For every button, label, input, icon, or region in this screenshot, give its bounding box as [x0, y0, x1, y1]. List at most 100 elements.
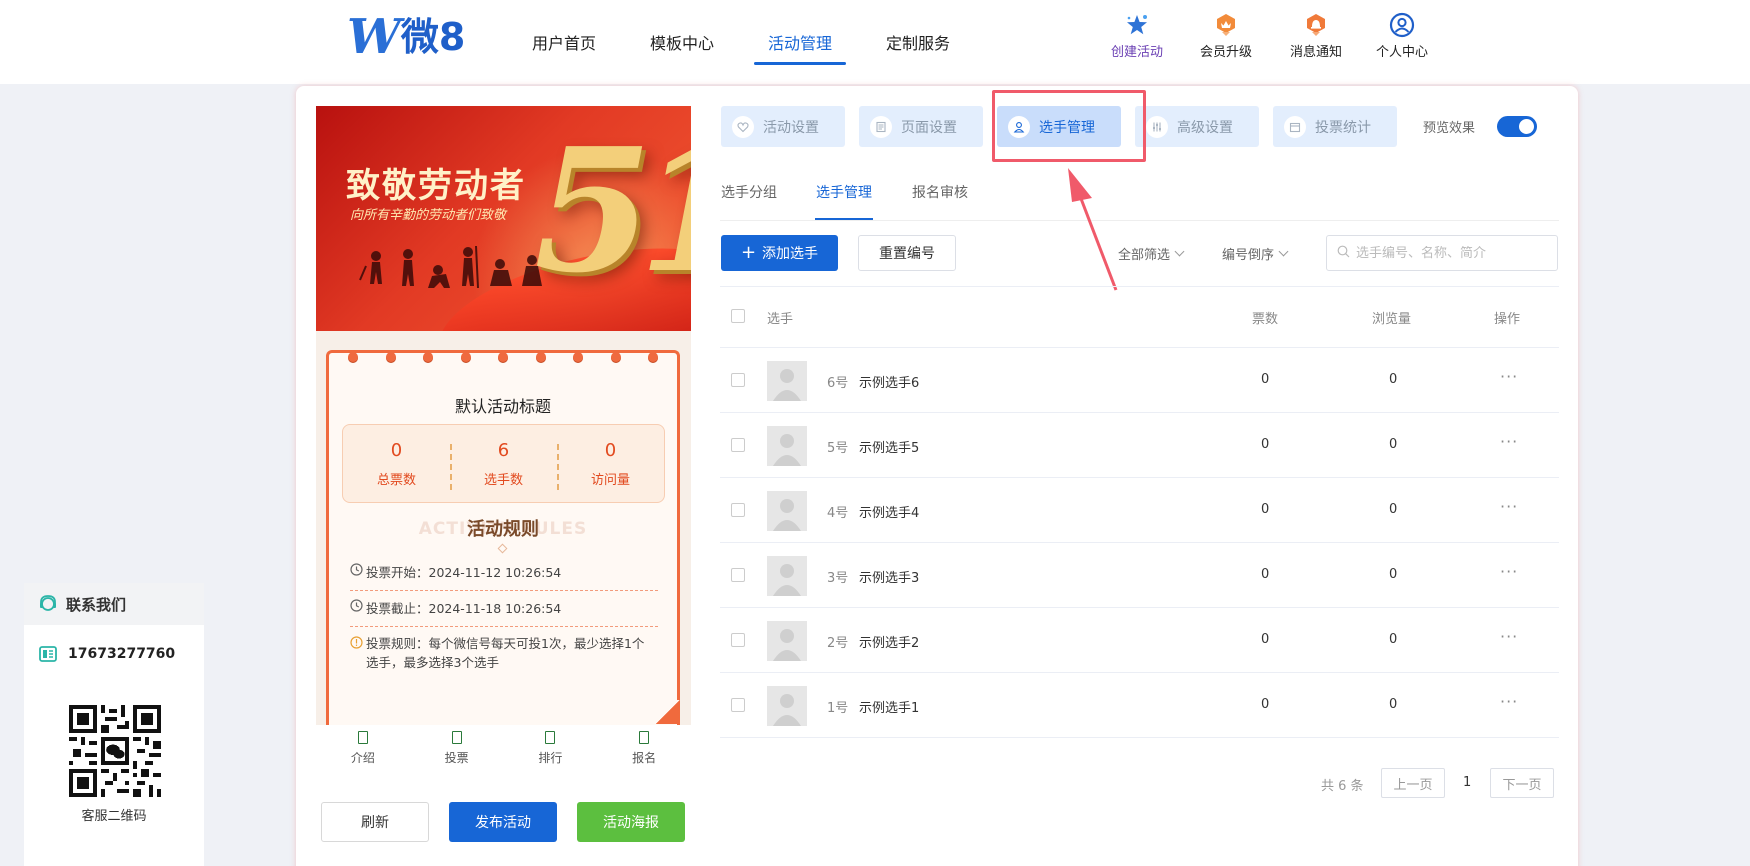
logo-mark: W [347, 9, 401, 65]
tab-placeholder-icon [545, 731, 556, 744]
player-avatar [767, 425, 807, 466]
subtab-player-management[interactable]: 选手管理 [816, 182, 872, 202]
tab-placeholder-icon [451, 731, 462, 744]
more-actions-icon[interactable]: ··· [1500, 497, 1518, 516]
player-number: 3号 [827, 570, 849, 586]
player-avatar [767, 555, 807, 596]
sort-dropdown[interactable]: 编号倒序 [1222, 244, 1289, 263]
qr-code-label: 客服二维码 [81, 809, 147, 824]
more-actions-icon[interactable]: ··· [1500, 432, 1518, 451]
info-icon [350, 635, 366, 654]
banner-subtitle: 向所有辛勤的劳动者们致敬 [350, 208, 507, 223]
brand-name: 微8 [400, 15, 466, 59]
player-views: 0 [1389, 501, 1398, 517]
current-page[interactable]: 1 [1463, 775, 1471, 790]
preview-effect-toggle[interactable] [1497, 116, 1537, 137]
player-number: 4号 [827, 505, 849, 521]
player-name: 示例选手2 [859, 635, 920, 651]
player-name: 示例选手6 [859, 375, 920, 391]
row-checkbox[interactable] [731, 502, 745, 517]
player-avatar [767, 620, 807, 661]
select-all-checkbox[interactable] [731, 309, 745, 323]
row-checkbox[interactable] [731, 567, 745, 582]
player-avatar [767, 685, 807, 726]
search-input[interactable] [1356, 245, 1546, 261]
heart-icon [732, 115, 754, 138]
brand-logo[interactable]: W 微8 [347, 9, 466, 65]
contact-phone-number: 17673277760 [68, 646, 176, 662]
rule-vote-start: 投票开始：2024-11-12 10:26:54 [350, 562, 658, 581]
member-upgrade-button[interactable]: 会员升级 [1186, 12, 1266, 60]
player-votes: 0 [1261, 631, 1270, 647]
activity-title: 默认活动标题 [454, 397, 551, 416]
nav-item-custom-service[interactable]: 定制服务 [859, 0, 977, 84]
subtab-player-groups[interactable]: 选手分组 [721, 182, 777, 202]
nav-item-templates[interactable]: 模板中心 [623, 0, 741, 84]
default-avatar-icon [767, 555, 807, 596]
player-votes: 0 [1261, 371, 1270, 387]
player-views: 0 [1389, 631, 1398, 647]
page-fold-decoration [656, 700, 680, 724]
search-icon [1337, 245, 1350, 262]
player-name: 示例选手4 [859, 505, 920, 521]
more-actions-icon[interactable]: ··· [1500, 367, 1518, 386]
row-checkbox[interactable] [731, 632, 745, 647]
activity-poster-button[interactable]: 活动海报 [577, 802, 685, 842]
player-name: 示例选手3 [859, 570, 920, 586]
default-avatar-icon [767, 685, 807, 726]
banner-number: 51 [534, 111, 691, 311]
add-player-button[interactable]: + 添加选手 [721, 235, 838, 271]
tab-placeholder-icon [357, 731, 368, 744]
row-checkbox[interactable] [731, 437, 745, 452]
preview-banner: 51 致敬劳动者 向所有辛勤的劳动者们致敬 [316, 106, 691, 331]
tab-vote[interactable]: 投票 [410, 725, 504, 773]
clock-icon [350, 599, 366, 615]
chevron-down-icon [1174, 246, 1185, 257]
player-number: 1号 [827, 700, 849, 716]
step-advanced-settings[interactable]: 高级设置 [1135, 106, 1259, 147]
personal-center-button[interactable]: 个人中心 [1362, 12, 1442, 60]
refresh-button[interactable]: 刷新 [321, 802, 429, 842]
reset-numbers-button[interactable]: 重置编号 [858, 235, 956, 271]
sliders-icon [1146, 115, 1168, 138]
annotation-highlight-box [992, 90, 1146, 162]
filter-dropdown[interactable]: 全部筛选 [1118, 244, 1185, 263]
create-activity-label: 创建活动 [1110, 45, 1163, 60]
nav-item-activity-management[interactable]: 活动管理 [741, 0, 859, 84]
row-checkbox[interactable] [731, 372, 745, 387]
tab-intro[interactable]: 介绍 [316, 725, 410, 773]
step-vote-statistics[interactable]: 投票统计 [1273, 106, 1397, 147]
wechat-qr-code-icon [69, 705, 161, 797]
prev-page-button[interactable]: 上一页 [1381, 768, 1445, 798]
player-votes: 0 [1261, 436, 1270, 452]
next-page-button[interactable]: 下一页 [1490, 768, 1554, 798]
stats-panel: 0 总票数 6 选手数 0 访问量 [342, 424, 665, 503]
member-upgrade-label: 会员升级 [1199, 45, 1252, 60]
default-avatar-icon [767, 620, 807, 661]
player-name: 示例选手5 [859, 440, 920, 456]
main-nav: 用户首页 模板中心 活动管理 定制服务 [505, 0, 977, 84]
more-actions-icon[interactable]: ··· [1500, 627, 1518, 646]
nav-item-home[interactable]: 用户首页 [505, 0, 623, 84]
contact-phone: 17673277760 [38, 644, 175, 664]
rule-vote-rule: 投票规则：每个微信号每天可投1次，最少选择1个选手，最多选择3个选手 [350, 634, 658, 672]
preview-tabbar: 介绍 投票 排行 报名 [316, 725, 691, 773]
stat-total-votes: 0 总票数 [376, 439, 416, 488]
tab-signup[interactable]: 报名 [597, 725, 691, 773]
step-page-settings[interactable]: 页面设置 [859, 106, 983, 147]
more-actions-icon[interactable]: ··· [1500, 562, 1518, 581]
search-box [1326, 235, 1558, 271]
publish-activity-button[interactable]: 发布活动 [449, 802, 557, 842]
tab-ranking[interactable]: 排行 [504, 725, 598, 773]
row-checkbox[interactable] [731, 697, 745, 712]
header-actions: 操作 [1494, 312, 1521, 327]
player-votes: 0 [1261, 696, 1270, 712]
contact-panel: 联系我们 17673277760 客服二维码 [24, 583, 204, 866]
calendar-icon [1284, 115, 1306, 138]
step-activity-settings[interactable]: 活动设置 [721, 106, 845, 147]
more-actions-icon[interactable]: ··· [1500, 692, 1518, 711]
personal-center-label: 个人中心 [1375, 45, 1428, 60]
subtab-signup-review[interactable]: 报名审核 [912, 182, 968, 202]
create-activity-button[interactable]: 创建活动 [1097, 12, 1177, 60]
notifications-button[interactable]: 消息通知 [1276, 12, 1356, 60]
